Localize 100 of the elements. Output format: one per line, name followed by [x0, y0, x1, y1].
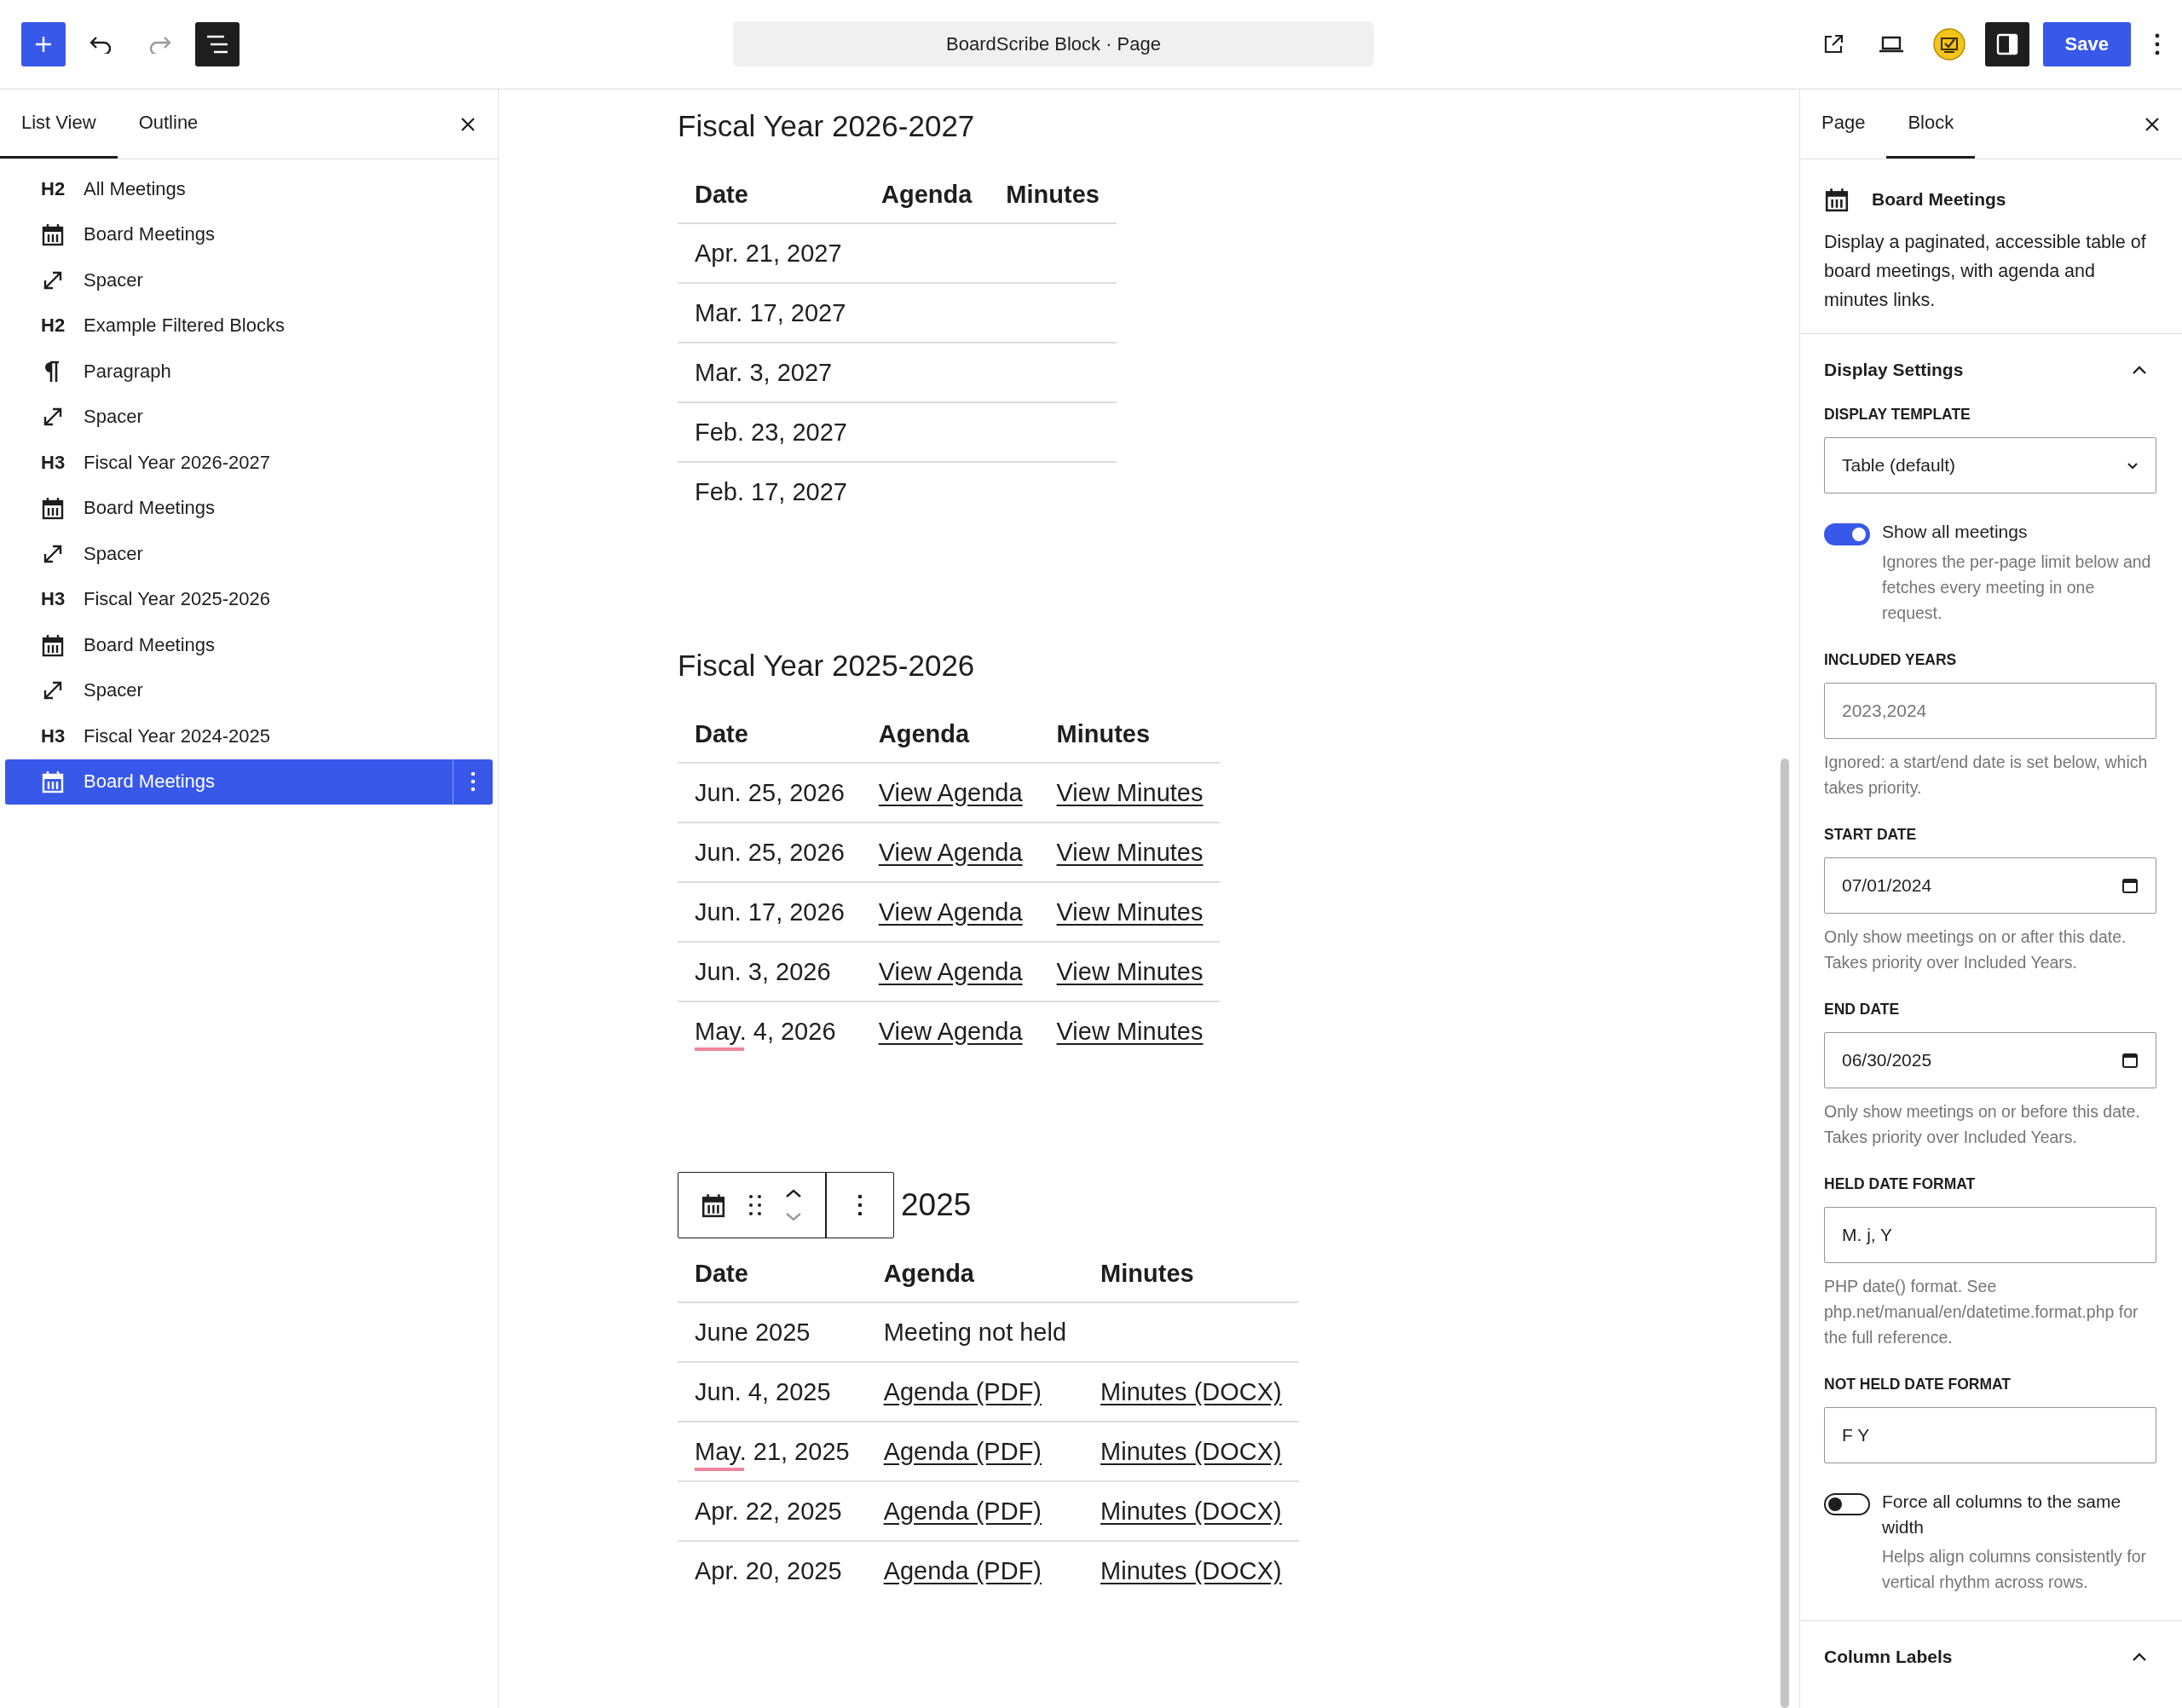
settings-sidebar-button[interactable]: [1984, 22, 2029, 66]
list-view-item[interactable]: Board Meetings: [5, 485, 493, 531]
help-text: Ignored: a start/end date is set below, which takes priority.: [1824, 752, 2149, 799]
document-title[interactable]: BoardScribe Block · Page: [733, 21, 1374, 66]
table-cell-text: Apr. 22, 2025: [695, 1496, 842, 1526]
list-view-item[interactable]: Board Meetings: [5, 211, 493, 257]
minutes-link[interactable]: Minutes (DOCX): [1100, 1497, 1282, 1525]
date-field[interactable]: 06/30/2025: [1824, 1032, 2156, 1088]
agenda-link[interactable]: View Agenda: [878, 838, 1023, 866]
save-button[interactable]: Save: [2042, 22, 2131, 66]
input-field[interactable]: 2023,2024: [1824, 683, 2156, 739]
help-text: PHP date() format. See php.net/manual/en/datetime.format.php for the full reference.: [1824, 1276, 2139, 1348]
minutes-link[interactable]: Minutes (DOCX): [1100, 1556, 1282, 1584]
panel-tab[interactable]: Outline: [117, 89, 220, 159]
more-icon: [2155, 33, 2160, 55]
field-label: INCLUDED YEARS: [1824, 651, 1958, 669]
list-view-item[interactable]: Paragraph: [5, 349, 493, 395]
date-field[interactable]: 07/01/2024: [1824, 857, 2156, 914]
minutes-link[interactable]: View Minutes: [1056, 838, 1204, 866]
agenda-link[interactable]: View Agenda: [878, 957, 1023, 985]
calendar-icon: [1824, 187, 1850, 212]
list-view-item[interactable]: Spacer: [5, 394, 493, 440]
panel-section-toggle[interactable]: Display Settings: [1824, 334, 2158, 406]
field-label: START DATE: [1824, 826, 1918, 844]
minutes-link[interactable]: View Minutes: [1056, 1017, 1204, 1045]
table-cell-text: Jun. 17, 2026: [695, 897, 845, 927]
heading-level-label: H3: [41, 588, 66, 611]
panel-tab[interactable]: List View: [0, 89, 118, 159]
column-header: Agenda: [861, 706, 1040, 763]
document-overview-button[interactable]: [195, 22, 240, 66]
agenda-link[interactable]: View Agenda: [878, 1017, 1023, 1045]
agenda-link[interactable]: Agenda (PDF): [883, 1437, 1042, 1465]
field-label: NOT HELD DATE FORMAT: [1824, 1376, 2012, 1394]
agenda-link[interactable]: View Agenda: [878, 897, 1023, 926]
list-view-item[interactable]: Spacer: [5, 667, 493, 713]
toggle-label: Force all columns to the same width: [1882, 1491, 2122, 1538]
calendar-icon: [41, 632, 65, 657]
help-text: Only show meetings on or after this date. Takes priority over Included Years.: [1824, 926, 2127, 973]
minutes-link[interactable]: Minutes (DOCX): [1100, 1437, 1282, 1465]
agenda-link[interactable]: Agenda (PDF): [883, 1377, 1042, 1405]
table-cell-text: Apr. 21, 2027: [695, 238, 842, 268]
template-select[interactable]: Table (default): [1824, 437, 2156, 493]
list-view-item[interactable]: H3 Fiscal Year 2024-2025: [5, 713, 493, 759]
block-description: Display a paginated, accessible table of board meetings, with agenda and minutes links.: [1824, 231, 2147, 312]
table-cell-text: Mar. 17, 2027: [695, 297, 846, 328]
column-header: Date: [678, 166, 864, 223]
table-cell-text: Jun. 3, 2026: [695, 956, 831, 987]
more-icon[interactable]: [857, 1194, 863, 1216]
panel-tab[interactable]: Page: [1800, 89, 1887, 159]
section-heading: Fiscal Year 2025-2026: [678, 648, 975, 684]
list-view-item[interactable]: H3 Fiscal Year 2026-2027: [5, 440, 493, 486]
section-heading: Fiscal Year 2026-2027: [678, 108, 975, 144]
panel-section-toggle[interactable]: Column Labels: [1824, 1621, 2158, 1693]
minutes-link[interactable]: View Minutes: [1056, 778, 1204, 806]
list-view-item[interactable]: Board Meetings: [5, 622, 493, 668]
help-text: Only show meetings on or before this date. Takes priority over Included Years.: [1824, 1101, 2141, 1148]
column-header: Agenda: [866, 1245, 1084, 1302]
list-view-item[interactable]: H3 Fiscal Year 2025-2026: [5, 576, 493, 622]
laptop-icon: [1877, 34, 1905, 55]
input-field[interactable]: M. j, Y: [1824, 1207, 2156, 1263]
field-label: HELD DATE FORMAT: [1824, 1175, 1977, 1193]
input-field[interactable]: F Y: [1824, 1407, 2156, 1463]
heading-level-label: H3: [41, 451, 66, 474]
list-view-item[interactable]: H2 Example Filtered Blocks: [5, 303, 493, 349]
table-cell-text: Apr. 20, 2025: [695, 1555, 842, 1586]
list-view-item[interactable]: Board Meetings: [5, 759, 493, 805]
agenda-link[interactable]: Agenda (PDF): [883, 1556, 1042, 1584]
minutes-link[interactable]: View Minutes: [1056, 897, 1204, 926]
column-header: Minutes: [1083, 1245, 1299, 1302]
column-header: Minutes: [989, 166, 1117, 223]
calendar-icon[interactable]: [701, 1192, 726, 1218]
help-text: Ignores the per-page limit below and fetches every meeting in one request.: [1882, 551, 2152, 624]
add-block-button[interactable]: [21, 22, 66, 66]
column-header: Date: [678, 1245, 867, 1302]
toggle-switch[interactable]: [1824, 523, 1870, 545]
field-label: DISPLAY TEMPLATE: [1824, 406, 1971, 424]
table-cell: Meeting not held: [883, 1318, 1067, 1346]
agenda-link[interactable]: View Agenda: [878, 778, 1023, 806]
calendar-icon: [41, 770, 65, 794]
calendar-icon: [41, 496, 65, 521]
list-view-item[interactable]: H2 All Meetings: [5, 166, 493, 212]
column-header: Date: [678, 706, 862, 763]
table-cell-text: June 2025: [695, 1317, 811, 1347]
help-text: Helps align columns consistently for vertical rhythm across rows.: [1882, 1546, 2147, 1593]
sidebar-icon: [1994, 32, 2019, 56]
list-view-item[interactable]: Spacer: [5, 531, 493, 577]
agenda-link[interactable]: Agenda (PDF): [883, 1497, 1042, 1525]
toggle-switch[interactable]: [1824, 1493, 1870, 1515]
panel-tab[interactable]: Block: [1886, 89, 1976, 159]
list-view-item[interactable]: Spacer: [5, 257, 493, 303]
heading-level-label: H2: [41, 177, 66, 200]
minutes-link[interactable]: View Minutes: [1056, 957, 1204, 985]
minutes-link[interactable]: Minutes (DOCX): [1100, 1377, 1282, 1405]
column-header: Agenda: [864, 166, 990, 223]
calendar-icon: [2121, 877, 2139, 894]
scrollbar[interactable]: [1781, 759, 1789, 1708]
close-icon: [459, 115, 476, 133]
drag-handle-icon[interactable]: [748, 1194, 762, 1216]
section-heading: 2025: [901, 1186, 972, 1224]
toggle-label: Show all meetings: [1882, 521, 2028, 543]
